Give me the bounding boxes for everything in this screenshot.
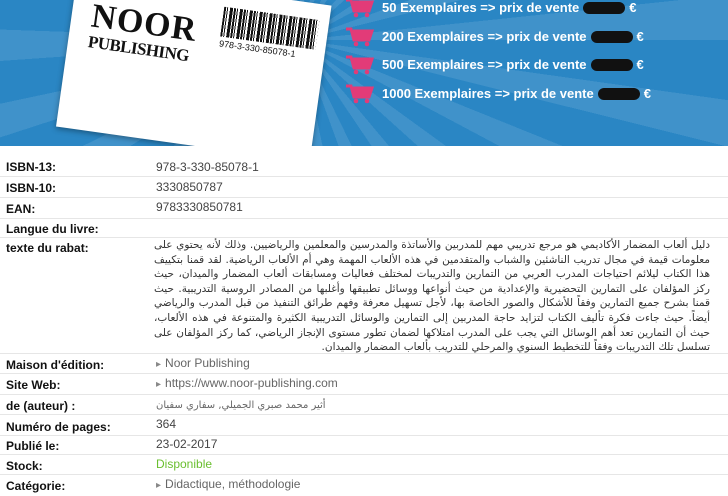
divider: [0, 414, 728, 415]
auteur-label: de (auteur) :: [6, 399, 76, 413]
book-cover: NOOR PUBLISHING 978-3-330-85078-1: [56, 0, 332, 146]
category-link[interactable]: ▸ Didactique, méthodologie: [156, 477, 300, 491]
redacted-price: [597, 88, 640, 101]
publisher-logo: NOOR PUBLISHING: [87, 0, 199, 67]
divider: [0, 353, 728, 354]
publie-label: Publié le:: [6, 439, 60, 453]
divider: [0, 474, 728, 475]
redacted-price: [583, 2, 626, 15]
price-label: 500 Exemplaires => prix de vente €: [382, 56, 644, 72]
isbn10-label: ISBN-10:: [6, 181, 57, 195]
shopping-cart-icon[interactable]: [344, 82, 375, 104]
categorie-label: Catégorie:: [6, 479, 66, 493]
product-banner: NOOR PUBLISHING 978-3-330-85078-1 50 Exe…: [0, 0, 728, 146]
divider: [0, 435, 728, 436]
price-label: 1000 Exemplaires => prix de vente €: [382, 85, 651, 101]
rabat-label: texte du rabat:: [6, 241, 89, 255]
redacted-price: [590, 59, 633, 72]
triangle-right-icon: ▸: [156, 359, 162, 370]
triangle-right-icon: ▸: [156, 379, 162, 390]
maison-label: Maison d'édition:: [6, 358, 105, 372]
divider: [0, 218, 728, 219]
website-link[interactable]: ▸ https://www.noor-publishing.com: [156, 376, 338, 390]
publie-value: 23-02-2017: [156, 437, 218, 451]
shopping-cart-icon[interactable]: [344, 25, 375, 47]
langue-label: Langue du livre:: [6, 222, 99, 236]
divider: [0, 176, 728, 177]
author-link[interactable]: أثير محمد صبري الجميلي, سفاري سفيان: [156, 397, 326, 411]
price-row-1000[interactable]: 1000 Exemplaires => prix de vente €: [344, 81, 651, 105]
price-row-50[interactable]: 50 Exemplaires => prix de vente €: [344, 0, 637, 19]
price-label: 200 Exemplaires => prix de vente €: [382, 28, 644, 44]
stock-label: Stock:: [6, 459, 43, 473]
pages-label: Numéro de pages:: [6, 420, 111, 434]
triangle-right-icon: ▸: [156, 480, 162, 491]
ean-label: EAN:: [6, 202, 36, 216]
divider: [0, 373, 728, 374]
rabat-text: دليل ألعاب المضمار الأكاديمي هو مرجع تدر…: [154, 239, 710, 354]
redacted-price: [590, 31, 633, 44]
maison-link[interactable]: ▸ Noor Publishing: [156, 356, 250, 370]
shopping-cart-icon[interactable]: [344, 0, 375, 18]
shopping-cart-icon[interactable]: [344, 53, 375, 75]
divider: [0, 394, 728, 395]
pages-value: 364: [156, 417, 177, 431]
isbn13-label: ISBN-13:: [6, 160, 57, 174]
stock-status: Disponible: [156, 457, 213, 471]
divider: [0, 197, 728, 198]
price-row-500[interactable]: 500 Exemplaires => prix de vente €: [344, 52, 644, 76]
isbn13-value: 978-3-330-85078-1: [156, 160, 259, 174]
price-label: 50 Exemplaires => prix de vente €: [382, 0, 637, 15]
price-row-200[interactable]: 200 Exemplaires => prix de vente €: [344, 24, 644, 48]
ean-value: 9783330850781: [156, 200, 243, 214]
divider: [0, 454, 728, 455]
isbn10-value: 3330850787: [156, 180, 223, 194]
site-label: Site Web:: [6, 378, 61, 392]
